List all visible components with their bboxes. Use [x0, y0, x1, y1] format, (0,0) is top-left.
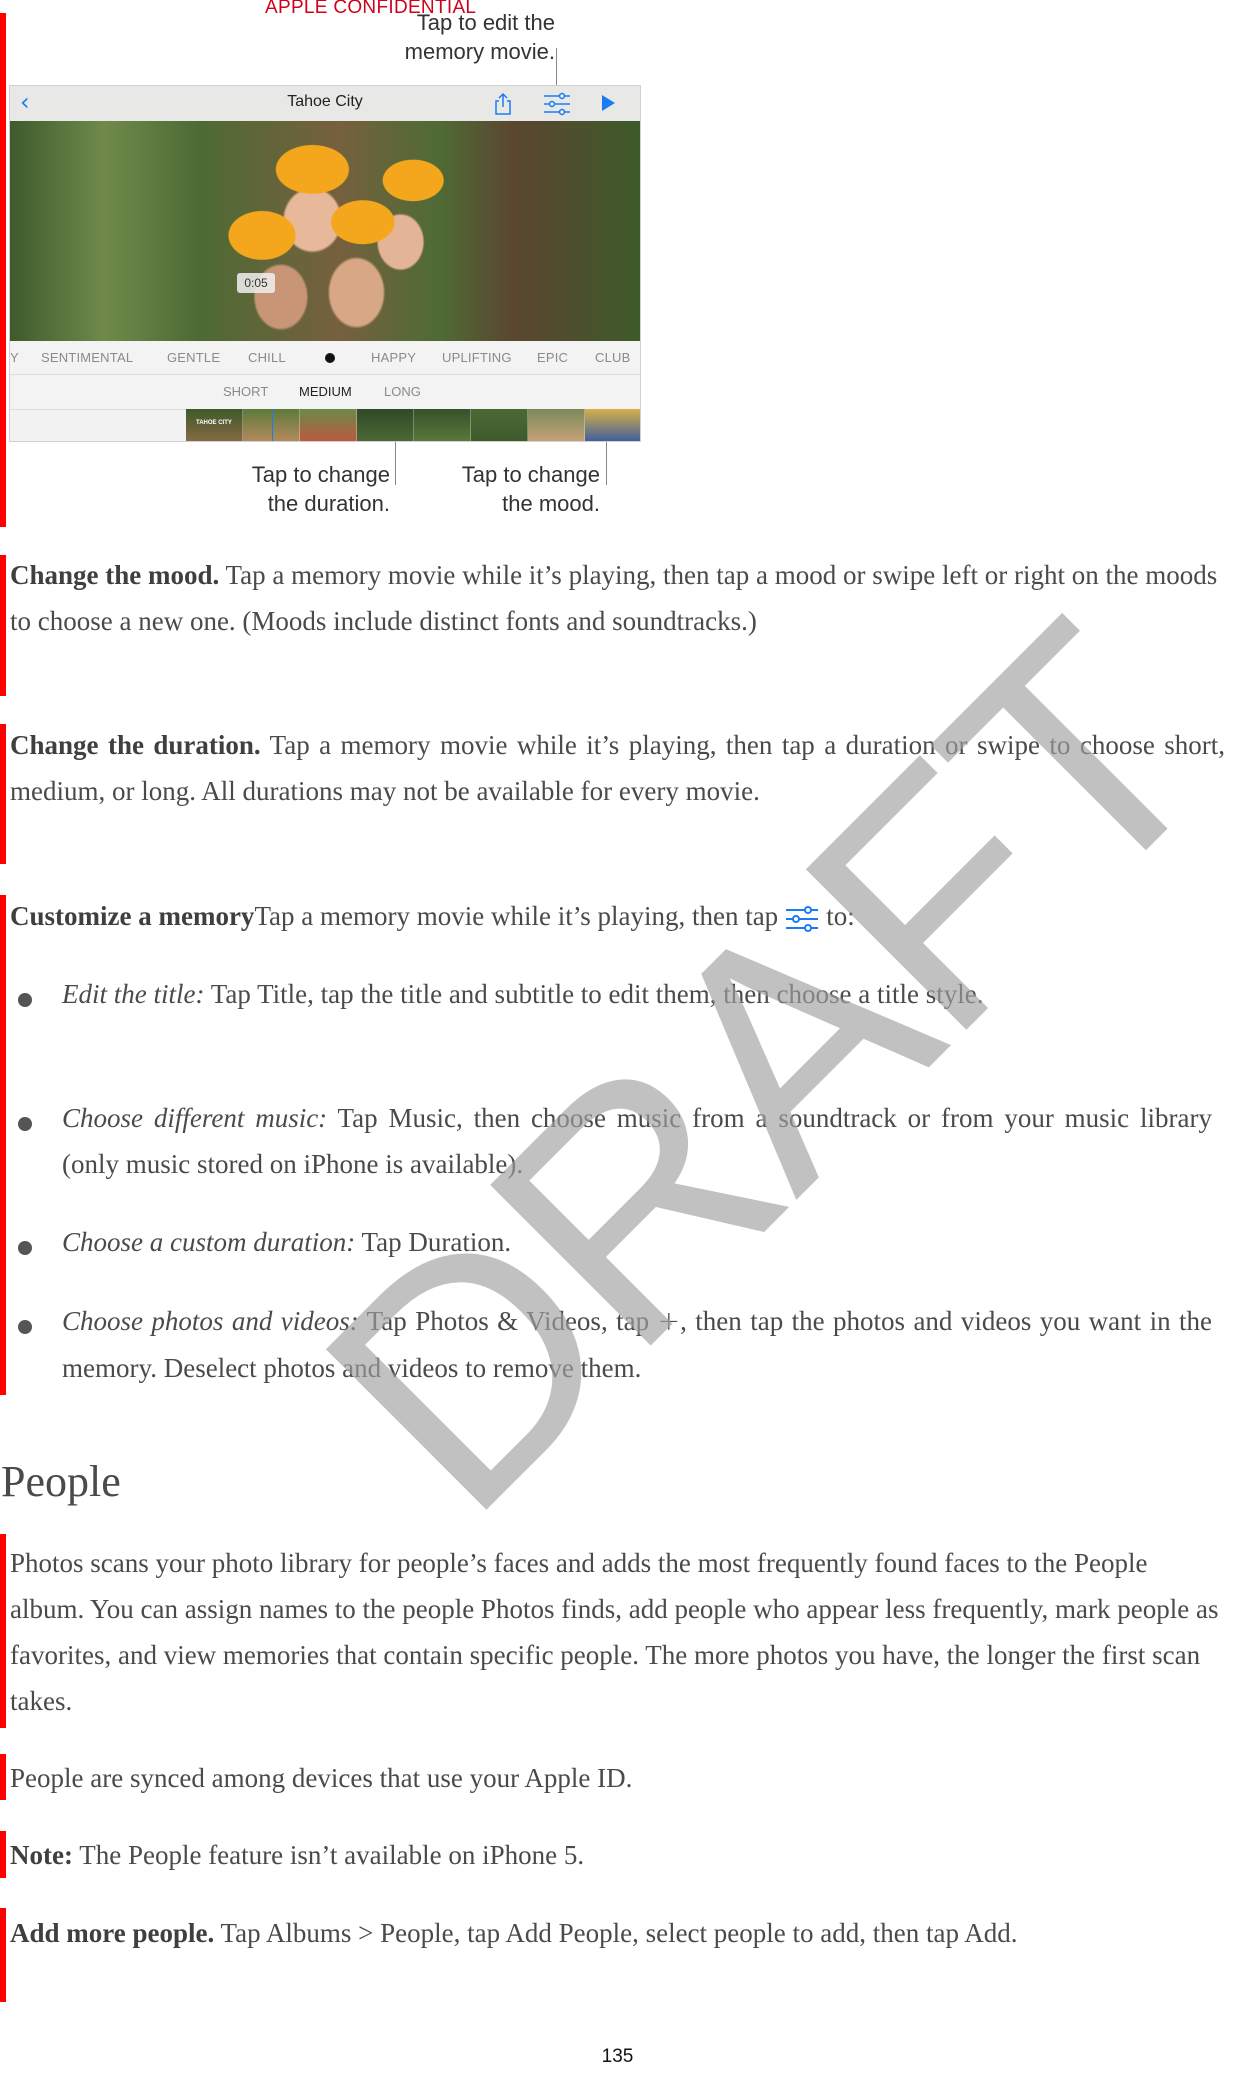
duration-picker[interactable]: SHORT MEDIUM LONG: [10, 375, 640, 410]
text-people-sync: People are synced among devices that use…: [10, 1763, 633, 1793]
mood-option[interactable]: HAPPY: [371, 350, 416, 365]
memory-photo[interactable]: 0:05: [10, 121, 640, 341]
text-note: The People feature isn’t available on iP…: [72, 1840, 585, 1870]
change-bar: [0, 895, 6, 1395]
playback-timestamp: 0:05: [237, 273, 275, 293]
bullet-label: Choose different music:: [62, 1103, 328, 1133]
filmstrip-thumb: [414, 409, 471, 441]
filmstrip-thumb: [357, 409, 414, 441]
lead-change-duration: Change the duration.: [10, 730, 261, 760]
callout-edit: Tap to edit the memory movie.: [330, 8, 555, 66]
filmstrip-thumb: [528, 409, 585, 441]
filmstrip-thumb: [300, 409, 357, 441]
change-bar: [0, 13, 6, 527]
duration-option[interactable]: LONG: [384, 384, 421, 399]
text-people-intro: Photos scans your photo library for peop…: [10, 1548, 1219, 1716]
change-bar: [0, 1754, 6, 1800]
section-heading-people: People: [1, 1457, 121, 1506]
mood-option[interactable]: CLUB: [595, 350, 630, 365]
play-icon[interactable]: [602, 95, 615, 111]
share-icon[interactable]: [492, 92, 514, 116]
text-customize-end: to:: [826, 901, 855, 931]
duration-option[interactable]: SHORT: [223, 384, 268, 399]
paragraph-change-mood: Change the mood. Tap a memory movie whil…: [10, 552, 1225, 644]
filmstrip-thumb: [471, 409, 528, 441]
change-bar: [0, 1831, 6, 1878]
paragraph-people-sync: People are synced among devices that use…: [10, 1755, 1225, 1801]
bullet-icon: [18, 993, 32, 1007]
change-bar: [0, 1908, 6, 2002]
change-bar: [0, 555, 6, 696]
bullet-label: Choose a custom duration:: [62, 1227, 356, 1257]
mood-selected-indicator: [325, 353, 335, 363]
page-number: 135: [601, 2046, 634, 2067]
bullet-label: Edit the title:: [62, 979, 205, 1009]
bullet-choose-music: Choose different music: Tap Music, then …: [62, 1095, 1212, 1187]
playhead[interactable]: [272, 409, 273, 441]
mood-option[interactable]: Y: [10, 350, 19, 365]
bullet-choose-photos: Choose photos and videos: Tap Photos & V…: [62, 1298, 1212, 1391]
callout-edit-line2: memory movie.: [404, 39, 555, 64]
text-customize: Tap a memory movie while it’s playing, t…: [254, 901, 779, 931]
mood-option[interactable]: CHILL: [248, 350, 286, 365]
callout-mood-line1: Tap to change: [461, 462, 600, 487]
sliders-icon[interactable]: [543, 91, 571, 117]
filmstrip-thumb: [585, 409, 640, 441]
paragraph-add-people: Add more people. Tap Albums > People, ta…: [10, 1910, 1225, 1956]
mood-option[interactable]: SENTIMENTAL: [41, 350, 133, 365]
bullet-edit-title: Edit the title: Tap Title, tap the title…: [62, 971, 1212, 1017]
duration-option-selected[interactable]: MEDIUM: [299, 384, 352, 399]
callout-mood: Tap to change the mood.: [400, 460, 600, 518]
bullet-custom-duration: Choose a custom duration: Tap Duration.: [62, 1219, 1212, 1265]
sliders-icon: [786, 905, 819, 932]
mood-option[interactable]: EPIC: [537, 350, 568, 365]
lead-add-people: Add more people.: [10, 1918, 215, 1948]
draft-watermark-text: DRAFT: [255, 560, 1235, 1579]
paragraph-note: Note: The People feature isn’t available…: [10, 1832, 1225, 1878]
lead-change-mood: Change the mood.: [10, 560, 220, 590]
bullet-icon: [18, 1320, 32, 1334]
filmstrip-title: TAHOE CITY: [196, 420, 232, 426]
bullet-body: Tap Title, tap the title and subtitle to…: [204, 979, 984, 1009]
callout-duration-line2: the duration.: [267, 491, 390, 516]
bullet-icon: [18, 1117, 32, 1131]
change-bar: [0, 724, 6, 864]
callout-mood-line2: the mood.: [502, 491, 600, 516]
lead-customize: Customize a memory: [10, 901, 255, 931]
bullet-icon: [18, 1241, 32, 1255]
paragraph-change-duration: Change the duration. Tap a memory movie …: [10, 722, 1225, 814]
mood-option[interactable]: UPLIFTING: [442, 350, 512, 365]
text-add-people: Tap Albums > People, tap Add People, sel…: [214, 1918, 1018, 1948]
filmstrip[interactable]: [186, 409, 640, 441]
bullet-body: Tap Duration.: [355, 1227, 512, 1257]
bullet-label: Choose photos and videos:: [62, 1306, 359, 1336]
memory-movie-screenshot: ‹ Tahoe City 0:05 Y SENTIMENTAL GENTLE C…: [9, 85, 641, 442]
mood-option[interactable]: GENTLE: [167, 350, 220, 365]
paragraph-customize: Customize a memoryTap a memory movie whi…: [10, 893, 1225, 939]
change-bar: [0, 1534, 6, 1728]
nav-bar: ‹ Tahoe City: [10, 86, 640, 122]
paragraph-people-intro: Photos scans your photo library for peop…: [10, 1540, 1225, 1724]
callout-edit-line1: Tap to edit the: [416, 10, 555, 35]
callout-duration-line1: Tap to change: [251, 462, 390, 487]
bullet-body: Tap Photos & Videos, tap: [358, 1306, 658, 1336]
plus-icon: +: [657, 1306, 681, 1337]
callout-duration: Tap to change the duration.: [190, 460, 390, 518]
mood-picker[interactable]: Y SENTIMENTAL GENTLE CHILL HAPPY UPLIFTI…: [10, 341, 640, 375]
lead-note: Note:: [10, 1840, 73, 1870]
